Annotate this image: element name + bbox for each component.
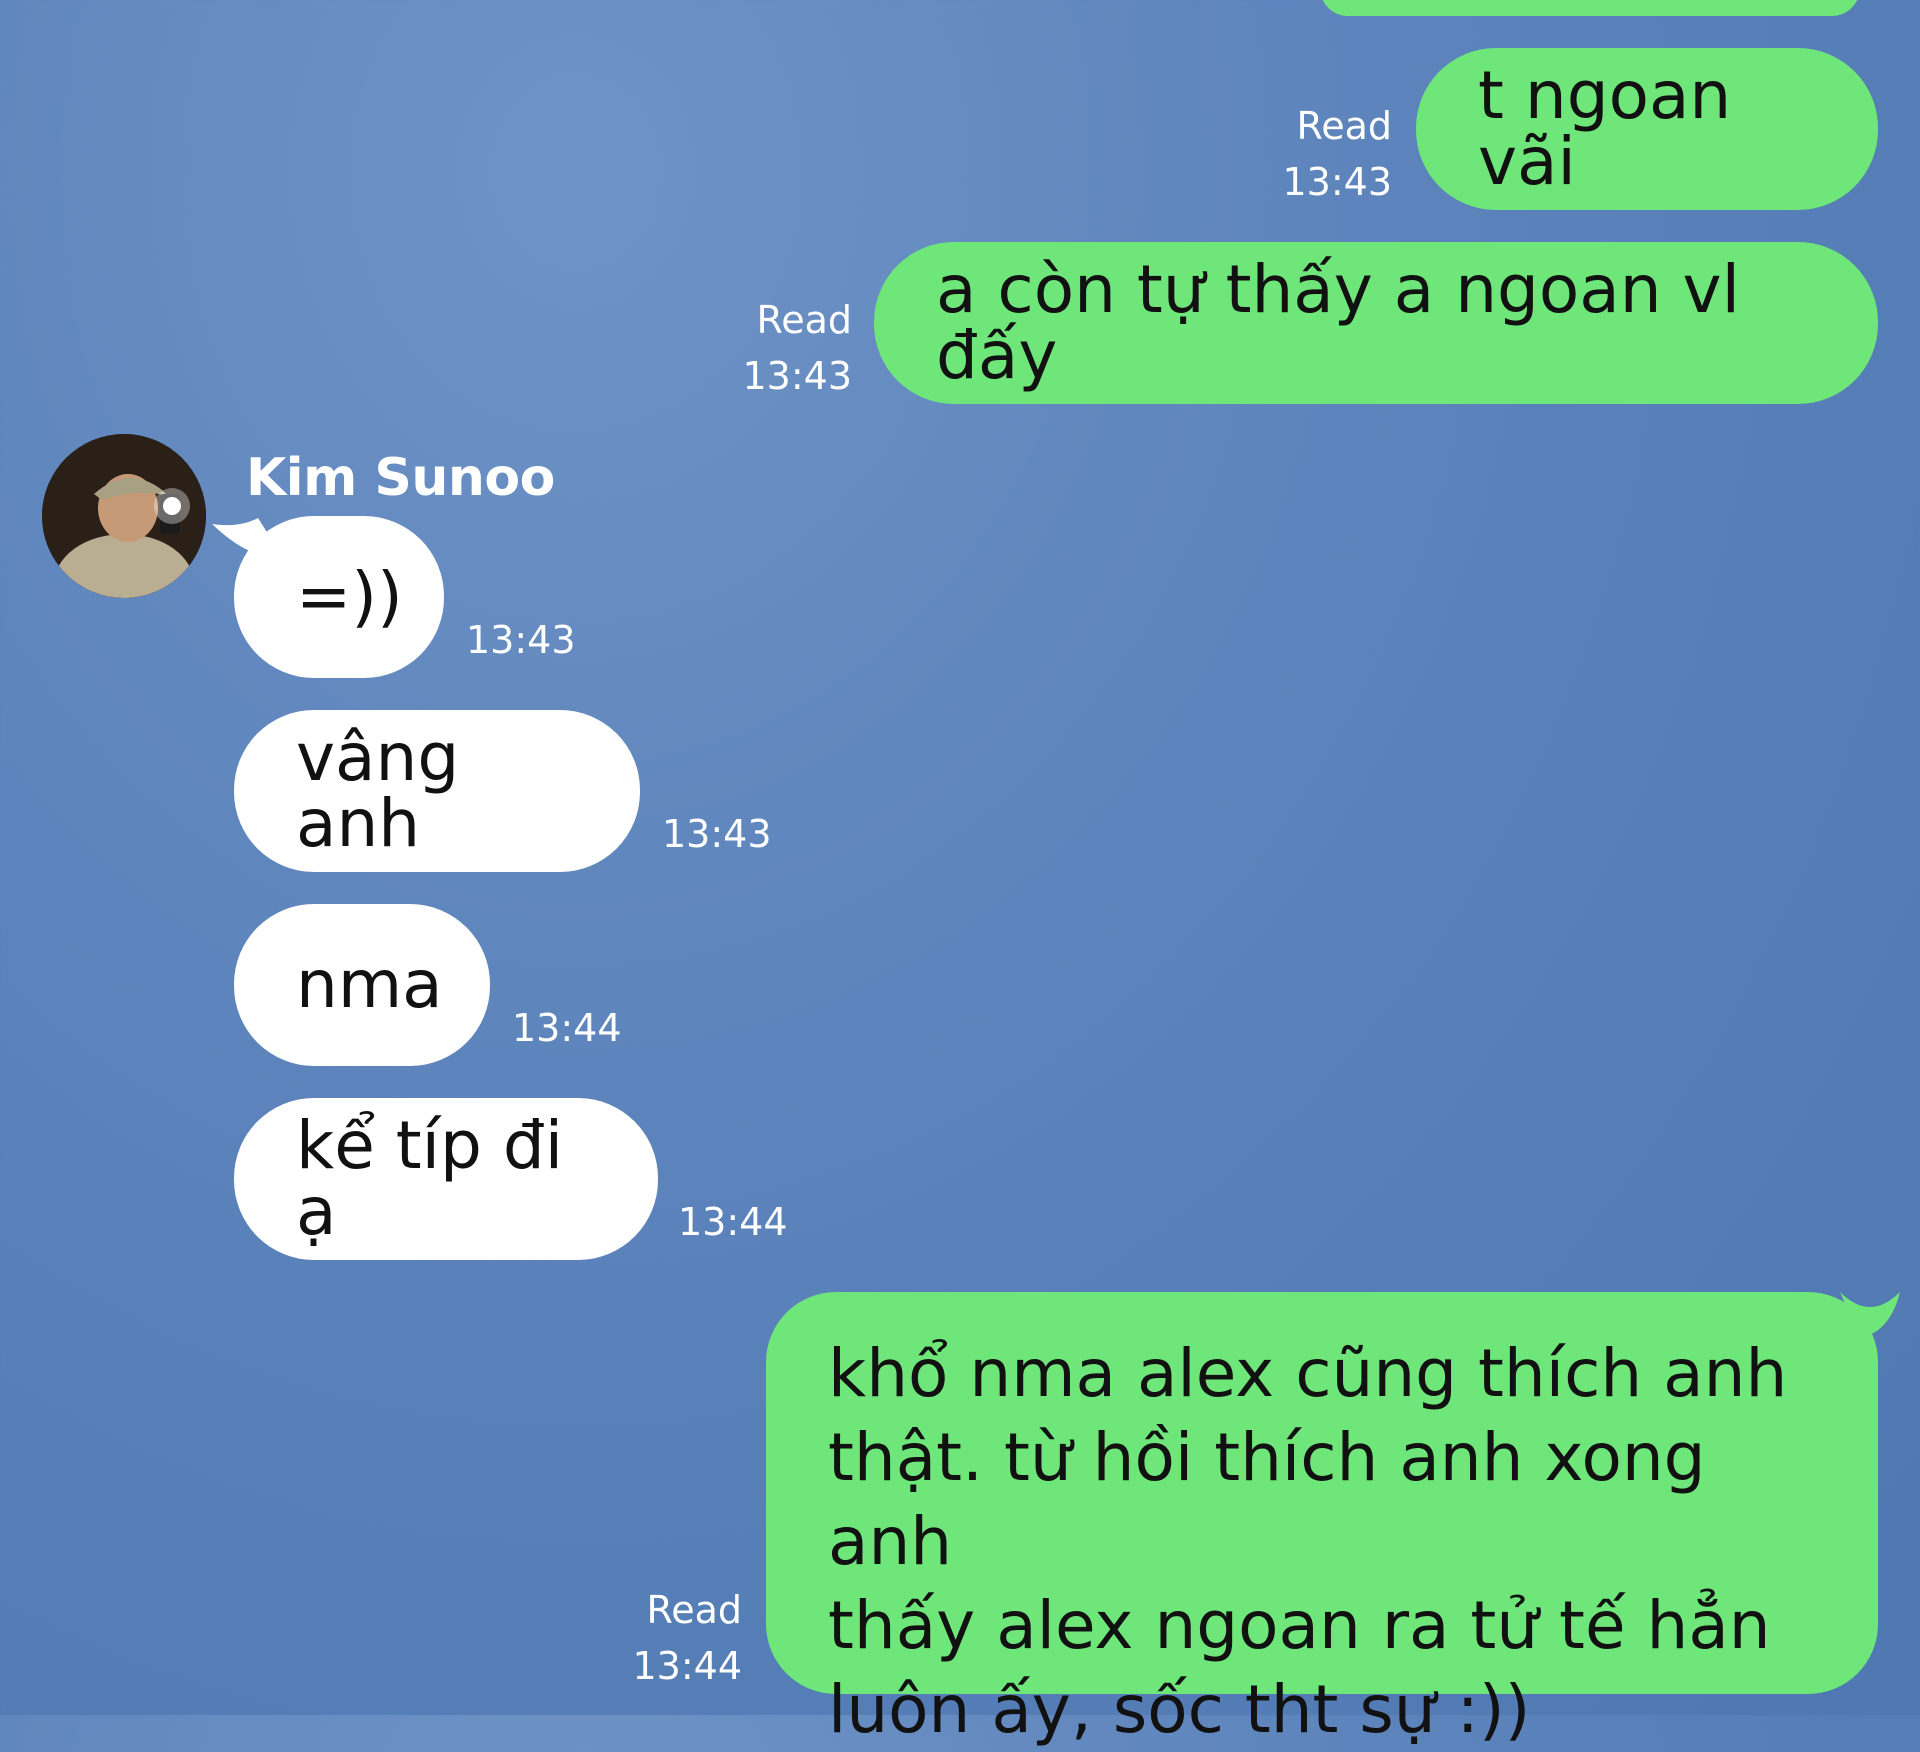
bubble-tail-right [1840, 1292, 1900, 1338]
message-time: 13:44 [632, 1644, 742, 1688]
message-meta: Read 13:43 [1270, 98, 1392, 210]
read-receipt: Read [1296, 104, 1392, 148]
message-text-line: thấy alex ngoan ra tử tế hẳn [828, 1587, 1771, 1664]
message-time: 13:43 [466, 618, 576, 662]
message-meta: Read 13:44 [620, 1582, 742, 1694]
message-text: vâng anh [296, 719, 460, 862]
message-time: 13:44 [678, 1200, 788, 1244]
message-text-line: luôn ấy, sốc tht sự :)) [828, 1671, 1531, 1748]
contact-avatar[interactable] [42, 434, 206, 598]
message-bubble-received[interactable]: =)) [234, 516, 444, 678]
chat-thread[interactable]: Read 13:43 t ngoan vãi Read 13:43 a còn … [0, 0, 1920, 1748]
message-meta: Read 13:43 [730, 292, 852, 404]
contact-name: Kim Sunoo [246, 448, 555, 508]
message-time: 13:44 [512, 1006, 622, 1050]
message-text: =)) [296, 558, 403, 635]
message-text: t ngoan vãi [1478, 57, 1732, 200]
message-bubble-sent[interactable]: a còn tự thấy a ngoan vl đấy [874, 242, 1878, 404]
message-bubble-received[interactable]: nma [234, 904, 490, 1066]
message-time: 13:43 [662, 812, 772, 856]
message-text-line: thật. từ hồi thích anh xong anh [828, 1419, 1706, 1580]
avatar-photo-icon [42, 434, 206, 598]
message-text: a còn tự thấy a ngoan vl đấy [936, 251, 1740, 394]
message-text: kể típ đi ạ [296, 1107, 564, 1250]
message-time: 13:43 [742, 354, 852, 398]
message-text-line: khổ nma alex cũng thích anh [828, 1335, 1788, 1412]
message-bubble-sent[interactable]: khổ nma alex cũng thích anh thật. từ hồi… [766, 1292, 1878, 1748]
read-receipt: Read [646, 1588, 742, 1632]
read-receipt: Read [756, 298, 852, 342]
message-time: 13:43 [1282, 160, 1392, 204]
message-bubble-sent[interactable]: t ngoan vãi [1416, 48, 1878, 210]
message-bubble-received[interactable]: vâng anh [234, 710, 640, 872]
message-text: nma [296, 946, 443, 1023]
message-bubble-partial[interactable] [1320, 0, 1860, 16]
message-bubble-received[interactable]: kể típ đi ạ [234, 1098, 658, 1260]
